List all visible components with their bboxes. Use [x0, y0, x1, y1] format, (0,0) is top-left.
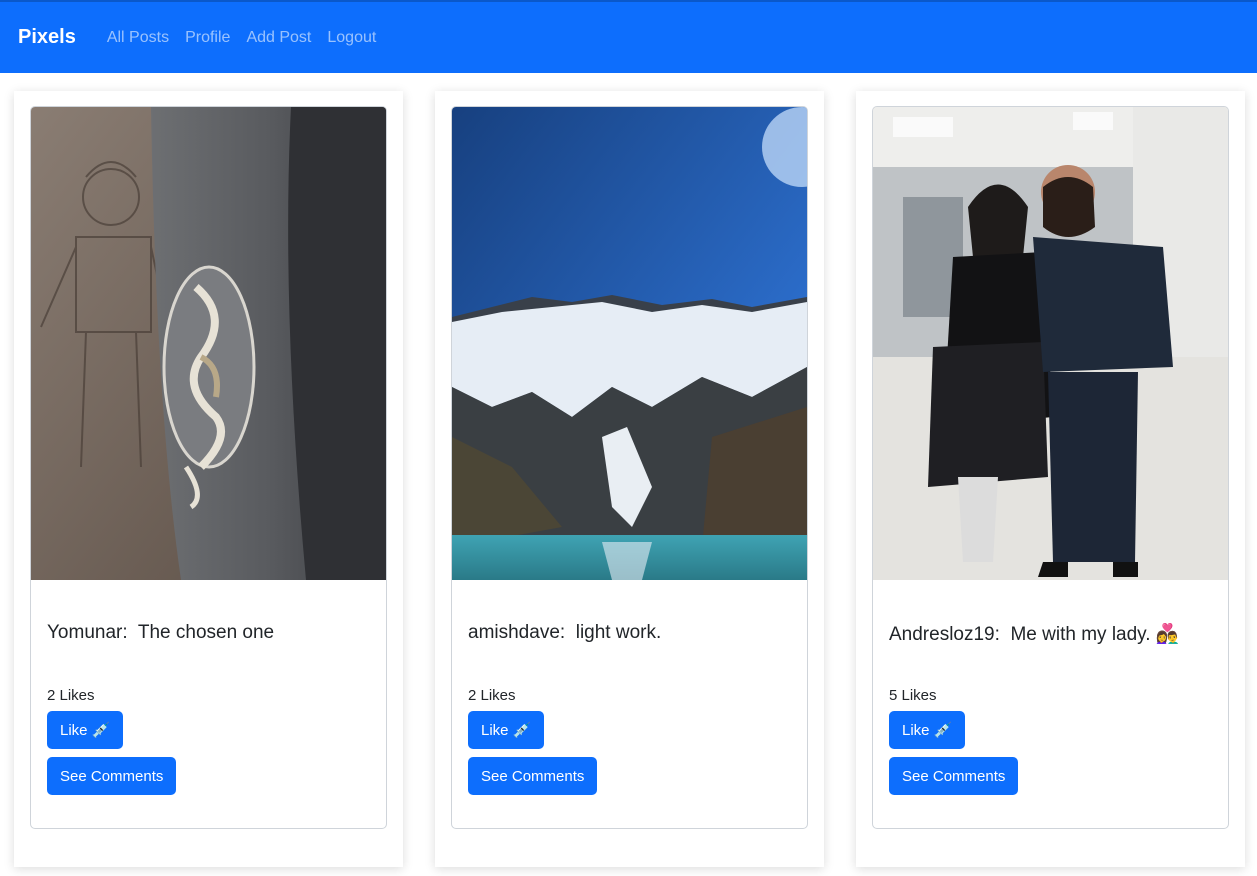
post-author[interactable]: Yomunar: [47, 622, 128, 643]
like-button[interactable]: Like 💉 [468, 711, 545, 749]
post-column: Andresloz19: Me with my lady. 👩‍❤️‍👨 5 L… [856, 91, 1245, 867]
nav-logout[interactable]: Logout [327, 29, 376, 47]
post-card: Andresloz19: Me with my lady. 👩‍❤️‍👨 5 L… [872, 106, 1229, 829]
post-author[interactable]: Andresloz19: [889, 624, 1000, 645]
see-comments-button[interactable]: See Comments [889, 757, 1019, 795]
like-button[interactable]: Like 💉 [889, 711, 966, 749]
navbar: Pixels All Posts Profile Add Post Logout [0, 0, 1257, 73]
post-text: light work. [575, 622, 662, 643]
post-card: Yomunar: The chosen one 2 Likes Like 💉 S… [30, 106, 387, 829]
post-image [452, 107, 807, 580]
nav-profile[interactable]: Profile [185, 29, 230, 47]
post-caption: amishdave: light work. [468, 622, 661, 644]
post-text: Me with my lady. 👩‍❤️‍👨 [1010, 624, 1180, 645]
posts-grid: Yomunar: The chosen one 2 Likes Like 💉 S… [0, 73, 1257, 876]
post-image [31, 107, 386, 580]
nav-add-post[interactable]: Add Post [246, 29, 311, 47]
post-column: amishdave: light work. 2 Likes Like 💉 Se… [435, 91, 824, 867]
see-comments-button[interactable]: See Comments [468, 757, 598, 795]
post-caption: Andresloz19: Me with my lady. 👩‍❤️‍👨 [889, 622, 1179, 646]
like-count: 2 Likes [468, 687, 516, 704]
nav-all-posts[interactable]: All Posts [107, 29, 169, 47]
post-image [873, 107, 1228, 580]
post-caption: Yomunar: The chosen one [47, 622, 274, 644]
like-button[interactable]: Like 💉 [47, 711, 124, 749]
post-author[interactable]: amishdave: [468, 622, 565, 643]
post-column: Yomunar: The chosen one 2 Likes Like 💉 S… [14, 91, 403, 867]
post-card: amishdave: light work. 2 Likes Like 💉 Se… [451, 106, 808, 829]
post-text: The chosen one [137, 622, 275, 643]
brand-logo[interactable]: Pixels [18, 26, 76, 49]
see-comments-button[interactable]: See Comments [47, 757, 177, 795]
like-count: 5 Likes [889, 687, 937, 704]
like-count: 2 Likes [47, 687, 95, 704]
